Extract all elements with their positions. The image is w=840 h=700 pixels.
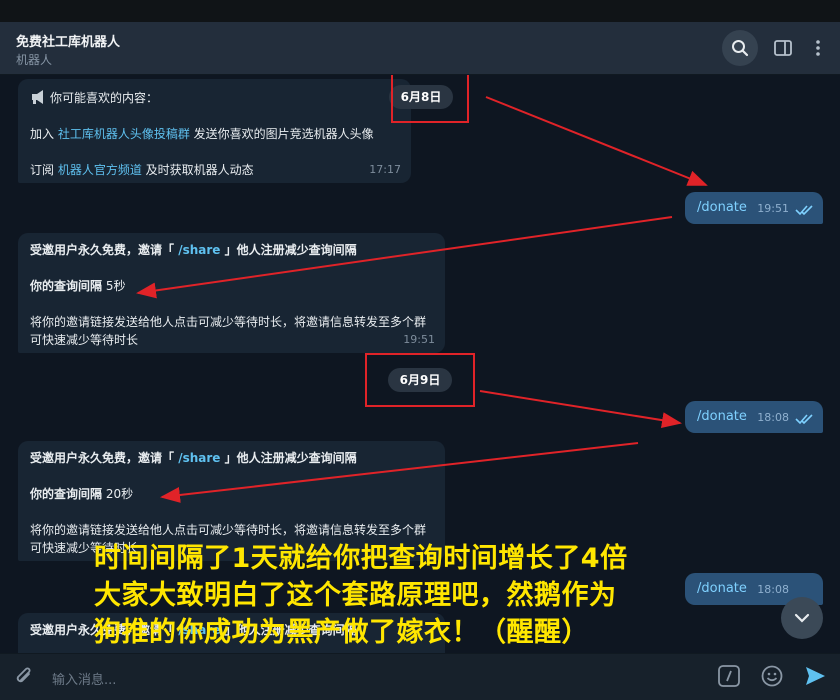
attach-icon xyxy=(16,667,31,683)
window-top-strip xyxy=(0,0,840,22)
side-panel-icon xyxy=(774,40,792,56)
search-button[interactable] xyxy=(722,30,758,66)
caption-line: 时间间隔了1天就给你把查询时间增长了4倍 xyxy=(94,543,628,574)
message-composer: 输入消息... xyxy=(0,653,840,700)
search-icon xyxy=(732,40,749,57)
annotation-arrow xyxy=(479,390,682,429)
caption-line: 狗推的你成功为黑产做了嫁衣！（醒醒） xyxy=(94,617,589,648)
command-icon xyxy=(718,665,740,687)
command-button[interactable] xyxy=(718,665,740,691)
more-button[interactable] xyxy=(800,30,836,66)
caption-line: 大家大致明白了这个套路原理吧，然鹅作为 xyxy=(94,580,617,611)
emoji-button[interactable] xyxy=(761,665,783,691)
side-panel-button[interactable] xyxy=(765,30,801,66)
overlay-caption: 时间间隔了1天就给你把查询时间增长了4倍 大家大致明白了这个套路原理吧，然鹅作为… xyxy=(94,540,814,651)
attach-button[interactable] xyxy=(14,666,34,692)
annotation-arrow xyxy=(136,216,673,299)
chat-header: 免费社工库机器人 机器人 xyxy=(0,22,840,75)
annotation-arrow xyxy=(160,442,639,503)
send-icon xyxy=(806,667,825,685)
more-icon xyxy=(816,40,820,56)
chat-title: 免费社工库机器人 xyxy=(16,35,121,50)
emoji-icon xyxy=(761,665,783,687)
chat-subtitle: 机器人 xyxy=(16,53,53,67)
message-input[interactable]: 输入消息... xyxy=(52,669,116,688)
annotation-arrow xyxy=(485,96,708,186)
send-button[interactable] xyxy=(804,665,826,691)
